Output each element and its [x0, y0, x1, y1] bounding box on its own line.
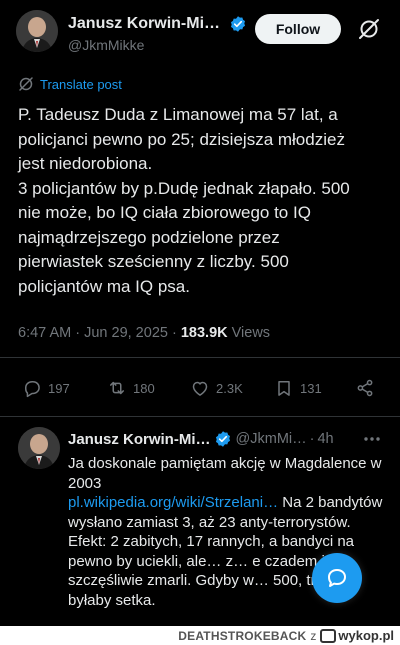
translate-label: Translate post — [40, 76, 122, 92]
reply-author-handle[interactable]: @JkmMi… — [236, 431, 307, 447]
repost-button[interactable]: 180 — [107, 372, 155, 404]
footer-username: DEATHSTROKEBACK — [178, 628, 307, 643]
post-text-line: jest niedorobiona. — [18, 154, 153, 173]
reply-count: 197 — [48, 380, 70, 396]
post-text-line: policjantów ma IQ psa. — [18, 276, 190, 296]
post-text-line: najmądrzejszego podzielone przez — [18, 227, 280, 247]
bookmark-icon — [278, 381, 290, 396]
post-date[interactable]: Jun 29, 2025 — [84, 325, 168, 341]
bookmark-button[interactable]: 131 — [274, 372, 322, 404]
compose-fab-button[interactable] — [312, 553, 362, 603]
author-handle[interactable]: @JkmMikke — [68, 37, 258, 53]
repost-count: 180 — [133, 380, 155, 396]
avatar-portrait-icon — [16, 10, 58, 52]
views-label: Views — [231, 325, 271, 341]
wykop-logo: wykop.pl — [320, 628, 394, 643]
reply-button[interactable]: 197 — [22, 372, 70, 404]
reply-text-before-link: Ja doskonale pamiętam akcję w Magdalence… — [68, 455, 382, 492]
author-info: Janusz Korwin-Mik… @JkmMikke — [68, 13, 258, 53]
heart-icon — [192, 381, 208, 396]
post-body: P. Tadeusz Duda z Limanowej ma 57 lat, a… — [18, 103, 390, 299]
post-meta: 6:47 AM · Jun 29, 2025 · 183.9K Views — [18, 325, 271, 341]
post-actions-bar: 197 180 2.3K 131 — [0, 372, 400, 404]
avatar-portrait-icon — [18, 427, 60, 469]
author-avatar[interactable] — [16, 10, 58, 52]
post-text-line: pierwiastek sześcienny z liczby. 500 — [18, 252, 289, 271]
post-time[interactable]: 6:47 AM — [18, 325, 71, 341]
more-options-icon[interactable] — [362, 429, 382, 449]
reply-icon — [25, 381, 40, 398]
share-button[interactable] — [355, 372, 381, 404]
post-text-line: P. Tadeusz Duda z Limanowej ma 57 lat, a — [18, 105, 338, 124]
reply-author-name[interactable]: Janusz Korwin-Mi… — [68, 431, 211, 448]
grok-icon[interactable] — [356, 16, 382, 42]
chat-bubble-icon — [328, 569, 346, 587]
reply-header: Janusz Korwin-Mi… @JkmMi… · 4h — [68, 430, 334, 448]
wykop-footer: DEATHSTROKEBACK z wykop.pl — [0, 626, 400, 645]
verified-badge-icon — [230, 16, 246, 32]
post-text-line: 3 policjantów by p.Dudę jednak złapało. … — [18, 178, 350, 198]
divider — [0, 357, 400, 358]
translate-post-link[interactable]: Translate post — [18, 76, 122, 92]
footer-brand: wykop.pl — [338, 628, 394, 643]
reply-link[interactable]: pl.wikipedia.org/wiki/Strzelani… — [68, 494, 278, 511]
verified-badge-icon — [215, 431, 230, 447]
reply-author-avatar[interactable] — [18, 427, 60, 469]
bookmark-count: 131 — [300, 380, 322, 396]
like-button[interactable]: 2.3K — [190, 372, 243, 404]
post-text-line: policjanci pewno po 25; dzisiejsza młodz… — [18, 129, 345, 149]
post-text-line: nie może, bo IQ ciała zbiorowego to IQ — [18, 203, 311, 222]
reply-time[interactable]: 4h — [317, 431, 333, 447]
like-count: 2.3K — [216, 380, 243, 396]
views-count: 183.9K — [180, 325, 228, 341]
repost-icon — [110, 381, 124, 395]
follow-button[interactable]: Follow — [255, 14, 341, 44]
share-icon — [357, 379, 373, 397]
wykop-logo-icon — [320, 628, 337, 643]
post-header: Janusz Korwin-Mik… @JkmMikke Follow — [0, 0, 400, 62]
footer-separator: z — [310, 628, 317, 643]
author-display-name[interactable]: Janusz Korwin-Mik… — [68, 15, 226, 33]
translate-icon — [19, 77, 33, 91]
